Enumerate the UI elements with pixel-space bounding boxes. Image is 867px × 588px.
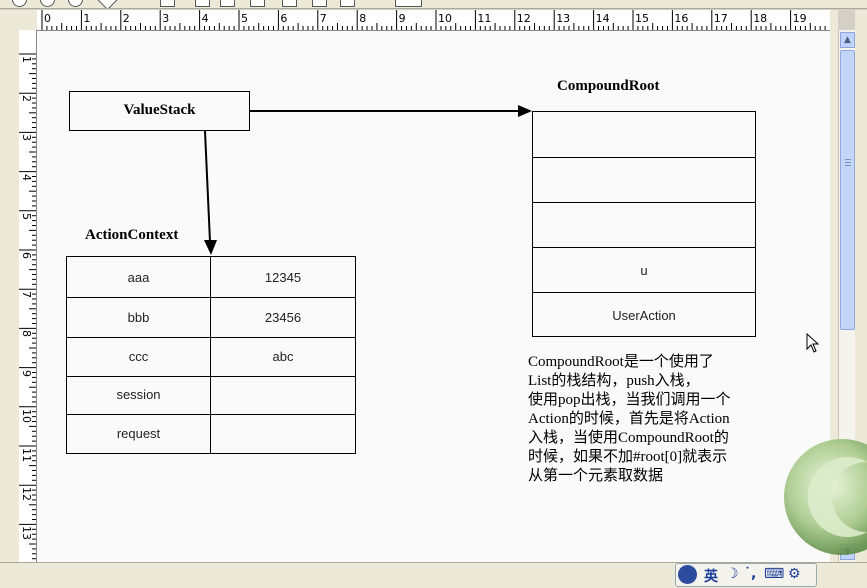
ruler-number: 5 (241, 12, 248, 25)
ruler-number: 3 (20, 134, 33, 142)
table-row: request (67, 414, 355, 453)
stack-slot (533, 157, 755, 203)
actioncontext-title: ActionContext (85, 227, 179, 243)
ruler-number: 8 (359, 12, 367, 25)
ruler-number: 11 (477, 12, 492, 25)
horizontal-ruler[interactable]: 01234567891011121314151617181920 (37, 10, 830, 31)
table-value: 23456 (264, 310, 302, 325)
description-line: 入栈，当使用CompoundRoot的 (528, 430, 729, 446)
rectangle-tool-icon[interactable] (250, 0, 265, 7)
ime-logo-icon[interactable] (678, 565, 697, 584)
circle-tool-icon[interactable] (12, 0, 27, 7)
ruler-number: 8 (20, 330, 33, 338)
ruler-number: 9 (20, 369, 33, 377)
table-key: session (116, 387, 161, 402)
diamond-tool-icon[interactable] (96, 0, 119, 8)
arrow-left-tool-icon[interactable] (195, 0, 210, 7)
ruler-number: 1 (83, 12, 91, 25)
toolbar (0, 0, 867, 9)
shape-tool-icon[interactable] (282, 0, 297, 7)
table-row: aaa 12345 (67, 257, 355, 298)
table-key: aaa (127, 270, 150, 285)
cursor-tool-icon[interactable] (340, 0, 355, 7)
description-line: List的栈结构，push入栈， (528, 373, 700, 389)
table-value: 12345 (264, 270, 302, 285)
table-key: ccc (128, 349, 149, 364)
description-line: CompoundRoot是一个使用了 (528, 354, 714, 370)
green-orb-logo-icon (784, 439, 867, 555)
valuestack-box[interactable]: ValueStack (69, 91, 250, 131)
compoundroot-stack[interactable]: u UserAction (532, 111, 756, 337)
stack-slot: u (533, 247, 755, 293)
ruler-corner (19, 10, 38, 31)
description-line: 使用pop出栈，当我们调用一个 (528, 392, 731, 408)
table-row: session (67, 376, 355, 415)
scroll-thumb[interactable] (840, 50, 855, 330)
horizontal-ruler-ticks (41, 10, 826, 30)
ruler-number: 12 (516, 12, 531, 25)
actioncontext-table[interactable]: aaa 12345 bbb 23456 ccc abc session requ… (66, 256, 356, 454)
table-value: abc (272, 349, 294, 364)
triangle-tool-icon[interactable] (160, 0, 175, 7)
ruler-number: 3 (162, 12, 170, 25)
crosshair-tool-icon[interactable] (40, 0, 55, 7)
ruler-number: 16 (674, 12, 689, 25)
stack-slot (533, 202, 755, 248)
stack-slot (533, 112, 755, 158)
ruler-number: 10 (438, 12, 452, 25)
table-key: bbb (127, 310, 150, 325)
pen-tool-icon[interactable] (312, 0, 327, 7)
compoundroot-title: CompoundRoot (557, 78, 660, 94)
ruler-number: 10 (20, 408, 33, 423)
vertical-ruler[interactable]: 1 2 3 4 5 6 7 8 9 10 11 12 13 (19, 30, 37, 562)
left-strip (0, 10, 20, 562)
ime-punctuation-icon[interactable]: ˙, (744, 566, 756, 582)
ruler-number: 17 (713, 12, 728, 25)
ruler-number: 2 (122, 12, 130, 25)
ruler-number: 13 (20, 526, 33, 541)
ime-toolbar[interactable]: 英 ☽ ˙, ⌨ ⚙ (675, 563, 817, 587)
ime-settings-gear-icon[interactable]: ⚙ (788, 566, 801, 582)
description-line: 时候，如果不加#root[0]就表示 (528, 449, 728, 465)
stack-slot-label: u (640, 263, 648, 278)
ruler-number: 4 (201, 12, 209, 25)
ruler-number: 6 (280, 12, 288, 25)
mouse-cursor-icon (806, 333, 820, 353)
ime-language-toggle[interactable]: 英 (704, 566, 718, 586)
arrow-right-tool-icon[interactable] (220, 0, 235, 7)
ruler-number: 5 (20, 212, 33, 220)
ruler-number: 11 (20, 448, 33, 462)
ruler-number: 14 (595, 12, 610, 25)
ruler-number: 1 (20, 56, 33, 63)
table-row: ccc abc (67, 337, 355, 377)
ruler-number: 13 (556, 12, 571, 25)
ruler-number: 12 (20, 487, 33, 502)
description-line: Action的时候，首先是将Action (528, 411, 730, 427)
stack-slot-label: UserAction (612, 308, 676, 323)
ruler-number: 2 (20, 95, 33, 103)
ruler-number: 7 (20, 291, 33, 299)
ruler-number: 6 (20, 252, 33, 259)
ruler-number: 7 (319, 12, 327, 25)
ruler-number: 18 (753, 12, 768, 25)
ruler-number: 9 (398, 12, 406, 25)
ime-keyboard-icon[interactable]: ⌨ (764, 566, 784, 582)
description-text: CompoundRoot是一个使用了 List的栈结构，push入栈， 使用po… (528, 353, 788, 486)
description-line: 从第一个元素取数据 (528, 468, 664, 484)
table-key: request (116, 426, 161, 441)
ime-fullwidth-moon-icon[interactable]: ☽ (726, 566, 739, 582)
valuestack-label: ValueStack (123, 102, 196, 118)
table-row: bbb 23456 (67, 297, 355, 338)
ring-tool-icon[interactable] (68, 0, 83, 7)
ruler-number: 0 (44, 12, 51, 25)
ruler-number: 15 (635, 12, 649, 25)
stack-slot: UserAction (533, 292, 755, 336)
scroll-up-arrow-icon[interactable]: ▲ (840, 32, 855, 48)
ruler-number: 19 (792, 12, 807, 25)
ruler-number: 4 (20, 173, 33, 181)
line-tool-icon[interactable] (395, 0, 422, 7)
